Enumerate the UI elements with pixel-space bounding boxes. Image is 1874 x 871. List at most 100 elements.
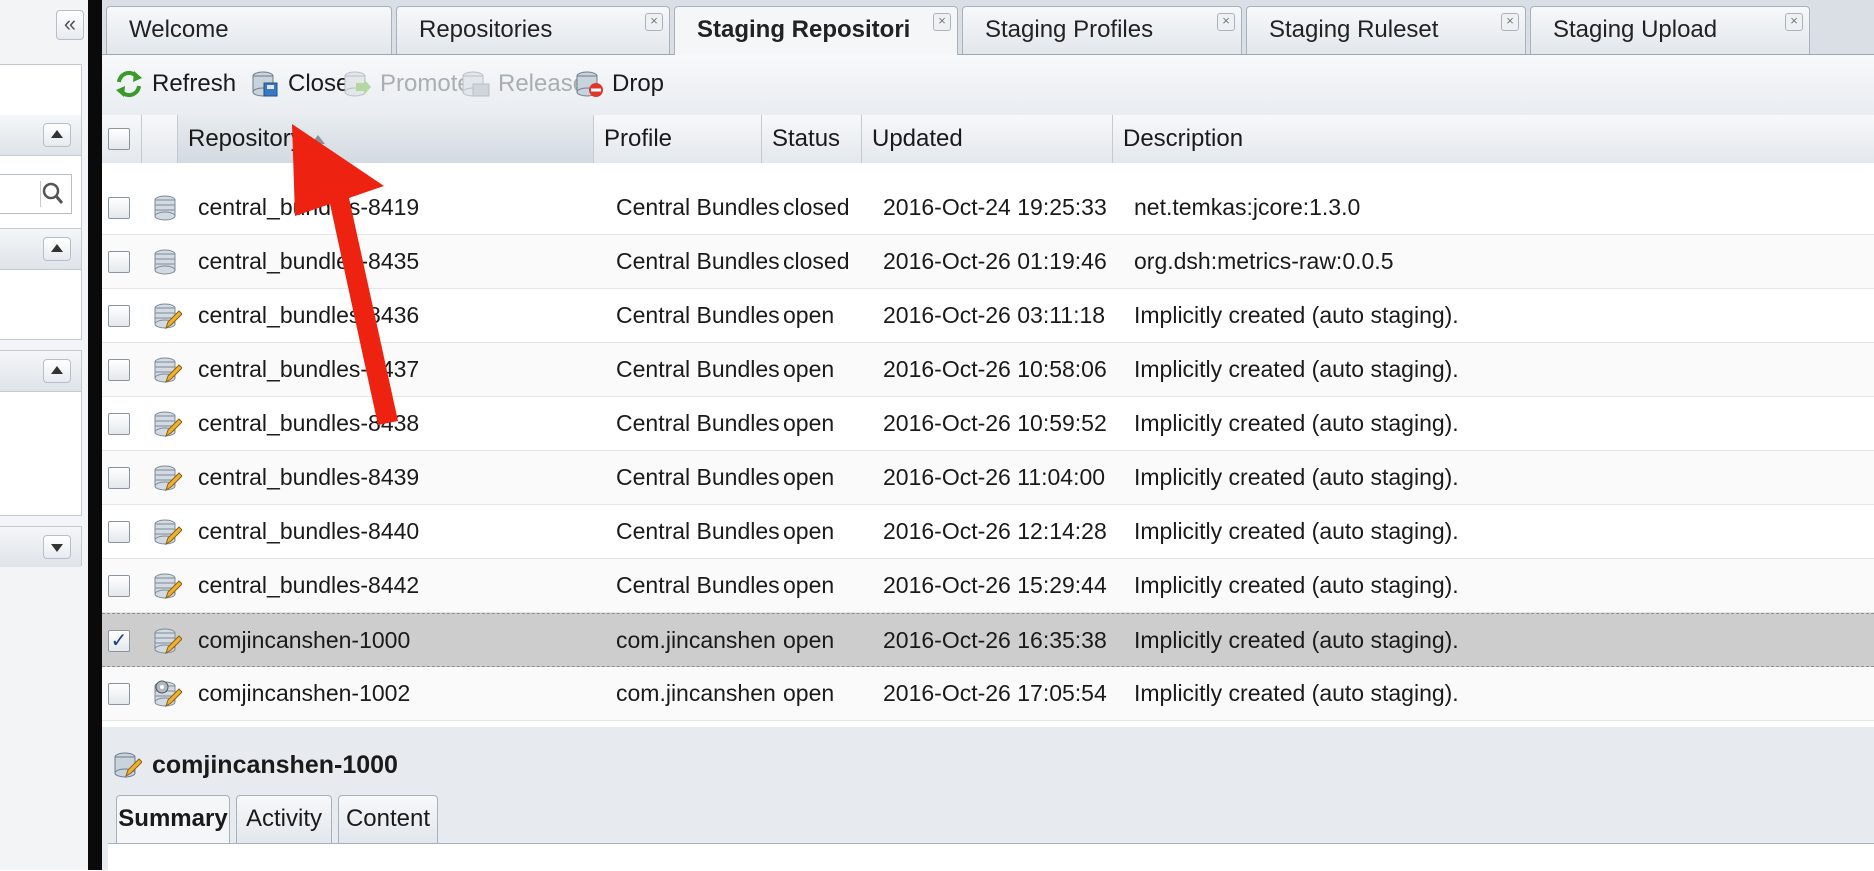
cell-description: Implicitly created (auto staging). [1134,518,1459,544]
row-checkbox[interactable] [108,305,130,327]
database-delete-icon [576,71,603,97]
table-row[interactable]: central_bundles-8435 Central Bundles close… [102,235,1874,289]
cell-profile: Central Bundles [616,248,780,274]
cell-repository: central_bundles-8440 [198,518,420,544]
panel-divider[interactable] [88,0,102,870]
drop-button[interactable]: Drop [574,65,664,103]
checkmark-icon: ✓ [110,630,128,652]
table-row[interactable]: central_bundles-8438 Central Bundles open 2… [102,397,1874,451]
column-header-repository[interactable]: Repository [178,115,594,163]
tab-summary[interactable]: Summary [116,795,230,843]
chevron-up-icon [51,366,63,374]
tab-staging-ruleset[interactable]: Staging Ruleset × [1246,6,1526,54]
cell-repository: central_bundles-8439 [198,464,420,490]
cell-updated: 2016-Oct-26 15:29:44 [883,572,1107,598]
tab-staging-upload[interactable]: Staging Upload × [1530,6,1810,54]
row-checkbox[interactable] [108,251,130,273]
column-header-label: Updated [872,125,963,152]
close-icon[interactable]: × [1785,13,1803,31]
chevron-down-icon [51,544,63,552]
table-row[interactable]: central_bundles-8436 Central Bundles open 2… [102,289,1874,343]
row-checkbox[interactable]: ✓ [108,630,130,652]
tab-staging-repositories[interactable]: Staging Repositori × [674,6,958,55]
column-header-label: Status [772,125,841,152]
left-panel-section [0,526,82,567]
refresh-button[interactable]: Refresh [114,65,236,103]
row-checkbox[interactable] [108,521,130,543]
cell-status: open [783,464,835,490]
close-icon[interactable]: × [645,13,663,31]
cell-status: open [783,518,835,544]
table-row[interactable]: central_bundles-8437 Central Bundles open 2… [102,343,1874,397]
column-header-updated[interactable]: Updated [862,115,1113,163]
column-header-profile[interactable]: Profile [594,115,762,163]
release-label: Release [498,70,587,97]
left-panel-section [0,350,82,516]
cell-profile: Central Bundles [616,410,780,436]
cell-repository: comjincanshen-1002 [198,680,411,706]
collapse-section-button[interactable] [43,237,71,261]
collapse-section-button[interactable] [43,123,71,147]
database-gear-icon [154,680,182,708]
cell-repository: central_bundles-8442 [198,572,420,598]
tab-repositories[interactable]: Repositories × [396,6,670,54]
tab-staging-profiles[interactable]: Staging Profiles × [962,6,1242,54]
search-icon[interactable] [40,181,65,207]
cell-updated: 2016-Oct-26 17:05:54 [883,680,1107,706]
select-all-column [102,115,142,163]
tab-activity[interactable]: Activity [236,795,332,843]
database-edit-icon [154,411,182,438]
row-checkbox[interactable] [108,575,130,597]
release-button[interactable]: Release [460,65,586,103]
table-row[interactable]: central_bundles-8419 Central Bundles close… [102,181,1874,235]
table-row[interactable]: ✓ comjincanshen-1000 com.jincanshen open 201… [102,613,1874,667]
database-edit-icon [154,628,182,655]
row-checkbox[interactable] [108,683,130,705]
promote-button[interactable]: Promote [342,65,471,103]
grid-header: Repository Profile Status Updated Descri… [102,115,1874,164]
row-checkbox[interactable] [108,359,130,381]
cell-updated: 2016-Oct-26 10:58:06 [883,356,1107,382]
row-checkbox[interactable] [108,413,130,435]
cell-status: closed [783,194,850,220]
collapse-panel-button[interactable]: « [56,10,84,40]
table-row[interactable]: central_bundles-8439 Central Bundles open 2… [102,451,1874,505]
tab-label: Activity [245,805,322,832]
database-release-icon [462,71,490,97]
cell-repository: central_bundles-8436 [198,302,420,328]
row-checkbox[interactable] [108,467,130,489]
left-panel-search-input[interactable] [0,174,72,214]
table-row[interactable]: central_bundles-8440 Central Bundles open 2… [102,505,1874,559]
tab-label: Content [345,805,431,832]
tab-label: Staging Profiles [985,16,1154,43]
close-repository-button[interactable]: Close [250,65,349,103]
left-panel-section-header [0,351,81,392]
cell-updated: 2016-Oct-26 03:11:18 [883,302,1106,328]
main-content: Welcome Repositories × Staging Repositor… [102,0,1874,871]
table-row[interactable]: central_bundles-8442 Central Bundles open 2… [102,559,1874,613]
sort-ascending-icon [310,135,325,145]
column-header-description[interactable]: Description [1113,115,1874,163]
left-panel-section [0,228,82,340]
close-icon[interactable]: × [933,13,951,31]
row-checkbox[interactable] [108,197,130,219]
close-icon[interactable]: × [1501,13,1519,31]
cell-description: Implicitly created (auto staging). [1134,680,1459,706]
close-icon[interactable]: × [1217,13,1235,31]
database-edit-icon [154,465,182,492]
tab-content[interactable]: Content [338,795,438,843]
table-row[interactable]: comjincanshen-1002 com.jincanshen open 2016… [102,667,1874,721]
database-icon [154,249,176,275]
left-panel-section-header [0,229,81,270]
tab-label: Staging Repositori [697,16,911,43]
select-all-checkbox[interactable] [108,128,130,150]
cell-description: net.temkas:jcore:1.3.0 [1134,194,1361,220]
cell-profile: Central Bundles [616,464,780,490]
collapse-section-button[interactable] [43,359,71,383]
refresh-label: Refresh [152,70,237,97]
tab-welcome[interactable]: Welcome [106,6,392,54]
column-header-status[interactable]: Status [762,115,862,163]
cell-description: Implicitly created (auto staging). [1134,627,1459,653]
expand-section-button[interactable] [43,535,71,559]
staging-repositories-grid: Repository Profile Status Updated Descri… [102,115,1874,727]
